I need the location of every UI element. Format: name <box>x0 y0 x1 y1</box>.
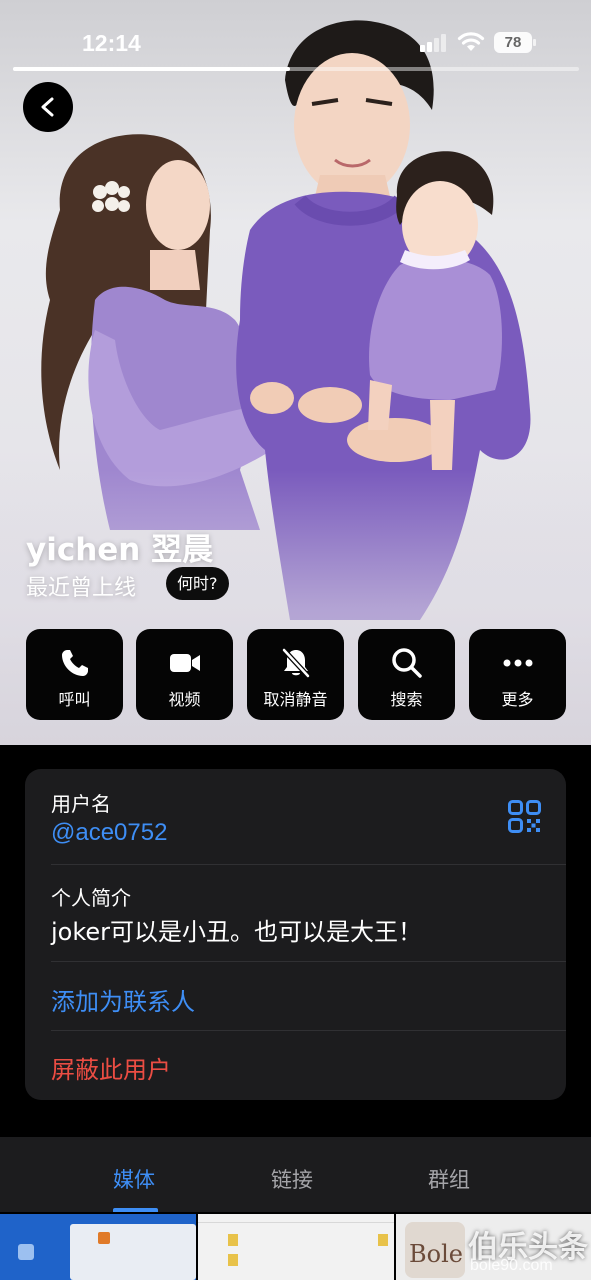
add-contact-row[interactable]: 添加为联系人 <box>25 962 566 1031</box>
back-button[interactable] <box>23 82 73 132</box>
chevron-left-icon <box>41 97 54 117</box>
video-button[interactable]: 视频 <box>136 629 233 720</box>
svg-text:Bole: Bole <box>409 1240 463 1268</box>
bio-label: 个人简介 <box>51 886 131 910</box>
more-button[interactable]: 更多 <box>469 629 566 720</box>
battery-icon: 78 <box>494 32 536 53</box>
wifi-icon <box>457 32 485 51</box>
unmute-button[interactable]: 取消静音 <box>247 629 344 720</box>
video-camera-icon <box>169 654 200 672</box>
call-label: 呼叫 <box>58 690 91 709</box>
username-label: 用户名 <box>51 792 111 816</box>
story-progress-fill <box>13 67 291 71</box>
more-dots-icon <box>503 659 532 667</box>
search-icon <box>391 648 422 678</box>
more-label: 更多 <box>501 690 534 709</box>
profile-name: yichen 翌晨 <box>26 532 214 568</box>
video-label: 视频 <box>168 690 201 709</box>
tab-media[interactable]: 媒体 <box>113 1164 155 1194</box>
last-seen-status: 最近曾上线 <box>26 576 137 601</box>
block-user-row[interactable]: 屏蔽此用户 <box>25 1031 566 1100</box>
watermark-url: bole90.com <box>470 1257 553 1274</box>
media-thumbnail[interactable] <box>0 1214 196 1280</box>
qr-code-icon[interactable] <box>508 800 541 833</box>
unmute-label: 取消静音 <box>263 690 328 709</box>
add-contact-link[interactable]: 添加为联系人 <box>51 982 195 1017</box>
bio-text: joker可以是小丑。也可以是大王！ <box>51 918 423 946</box>
bell-slash-icon <box>281 648 310 678</box>
action-buttons: 呼叫 视频 取消静音 搜索 更多 <box>26 629 566 720</box>
search-button[interactable]: 搜索 <box>358 629 455 720</box>
battery-level: 78 <box>504 34 522 51</box>
tab-links[interactable]: 链接 <box>271 1164 313 1194</box>
call-button[interactable]: 呼叫 <box>26 629 123 720</box>
phone-icon <box>61 650 88 676</box>
shared-media-tabs: 媒体 链接 群组 <box>0 1137 591 1212</box>
bio-row: 个人简介 joker可以是小丑。也可以是大王！ <box>25 865 566 962</box>
story-progress-bar <box>13 67 579 71</box>
cellular-signal-icon <box>420 34 446 52</box>
when-button[interactable]: 何时? <box>166 567 229 600</box>
status-time: 12:14 <box>82 30 141 56</box>
profile-info-card: 用户名 @ace0752 个人简介 joker可以是小丑。也可以是大王！ 添加为… <box>25 769 566 1100</box>
block-user-link[interactable]: 屏蔽此用户 <box>51 1050 171 1085</box>
username-value[interactable]: @ace0752 <box>51 819 167 847</box>
username-row[interactable]: 用户名 @ace0752 <box>25 769 566 865</box>
search-label: 搜索 <box>390 690 423 709</box>
tab-groups[interactable]: 群组 <box>428 1164 470 1194</box>
status-bar: 12:14 78 <box>0 0 591 70</box>
profile-header: 12:14 78 yichen 翌晨 最近曾上线 何时? 呼叫 视频 取消静音 … <box>0 0 591 745</box>
media-thumbnail[interactable] <box>198 1214 394 1280</box>
